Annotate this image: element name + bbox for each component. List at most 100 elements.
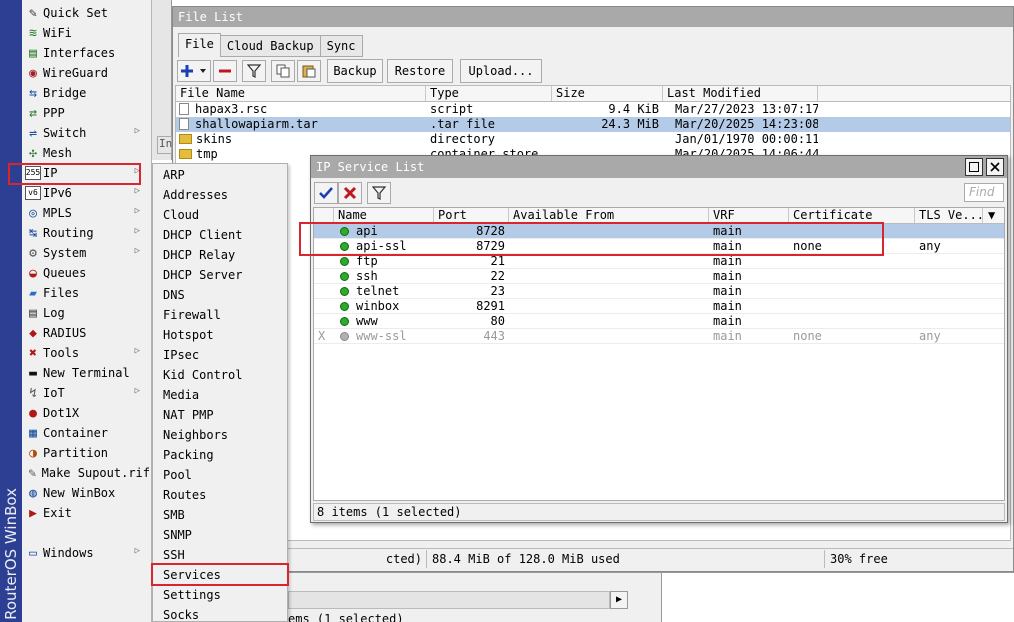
file-row[interactable]: shallowapiarm.tar .tar file 24.3 MiB Mar/20… <box>176 117 1010 132</box>
file-row[interactable]: hapax3.rsc script 9.4 KiB Mar/27/2023 13:07… <box>176 102 1010 117</box>
sidebar-item-label: Routing <box>43 226 94 240</box>
service-filler-cell <box>983 314 1004 329</box>
enable-button[interactable] <box>314 182 338 204</box>
sidebar-item-dot1x[interactable]: ● Dot1X <box>22 403 150 423</box>
add-button[interactable] <box>177 60 211 82</box>
ip-menu-item-dhcp-client[interactable]: DHCP Client <box>153 225 287 245</box>
sidebar-item-exit[interactable]: ▶ Exit <box>22 503 150 523</box>
sidebar-item-system[interactable]: ⚙ System ▷ <box>22 243 150 263</box>
file-table-header: File Name Type Size Last Modified <box>176 86 1010 102</box>
sidebar-item-quick-set[interactable]: ✎ Quick Set <box>22 3 150 23</box>
sidebar-item-queues[interactable]: ◒ Queues <box>22 263 150 283</box>
sidebar-item-ipv6[interactable]: v6 IPv6 ▷ <box>22 183 150 203</box>
sidebar-item-label: Files <box>43 286 80 300</box>
ip-menu-item-hotspot[interactable]: Hotspot <box>153 325 287 345</box>
service-row[interactable]: ssh 22 main <box>314 269 1004 284</box>
col-vrf[interactable]: VRF <box>709 208 789 223</box>
sidebar-item-interfaces[interactable]: ▤ Interfaces <box>22 43 150 63</box>
paste-button[interactable] <box>297 60 321 82</box>
ip-menu-item-ipsec[interactable]: IPsec <box>153 345 287 365</box>
ip-menu-item-socks[interactable]: Socks <box>153 605 287 622</box>
copy-button[interactable] <box>271 60 295 82</box>
sidebar-item-label: Switch <box>43 126 87 140</box>
maximize-icon[interactable] <box>965 158 983 176</box>
ip-menu-item-arp[interactable]: ARP <box>153 165 287 185</box>
sidebar-item-wifi[interactable]: ≋ WiFi <box>22 23 150 43</box>
radius-icon: ◆ <box>29 325 37 341</box>
service-row[interactable]: telnet 23 main <box>314 284 1004 299</box>
column-menu-icon[interactable]: ▼ <box>983 208 1004 223</box>
upload-button[interactable]: Upload... <box>460 59 542 83</box>
disable-button[interactable] <box>338 182 362 204</box>
ip-service-list-titlebar[interactable]: IP Service List <box>311 156 1007 178</box>
ip-menu-item-settings[interactable]: Settings <box>153 585 287 605</box>
horizontal-scrollbar[interactable] <box>288 591 610 609</box>
tab-cloud-backup[interactable]: Cloud Backup <box>219 35 321 57</box>
ip-menu-item-dns[interactable]: DNS <box>153 285 287 305</box>
col-type[interactable]: Type <box>426 86 552 101</box>
service-row[interactable]: Xwww-ssl 443 main none any <box>314 329 1004 344</box>
ip-menu-item-cloud[interactable]: Cloud <box>153 205 287 225</box>
ip-menu-item-ssh[interactable]: SSH <box>153 545 287 565</box>
filter-button[interactable] <box>242 60 266 82</box>
service-row[interactable]: ftp 21 main <box>314 254 1004 269</box>
ip-menu-item-media[interactable]: Media <box>153 385 287 405</box>
close-icon[interactable] <box>986 158 1004 176</box>
col-size[interactable]: Size <box>552 86 663 101</box>
service-row[interactable]: winbox 8291 main <box>314 299 1004 314</box>
sidebar-item-tools[interactable]: ✖ Tools ▷ <box>22 343 150 363</box>
ip-menu-item-smb[interactable]: SMB <box>153 505 287 525</box>
ip-menu-item-firewall[interactable]: Firewall <box>153 305 287 325</box>
col-certificate[interactable]: Certificate <box>789 208 915 223</box>
ip-menu-item-packing[interactable]: Packing <box>153 445 287 465</box>
sidebar-item-bridge[interactable]: ⇆ Bridge <box>22 83 150 103</box>
restore-button[interactable]: Restore <box>387 59 453 83</box>
col-name[interactable]: Name <box>334 208 434 223</box>
sidebar-item-label: Mesh <box>43 146 72 160</box>
sidebar-item-new-terminal[interactable]: ▬ New Terminal <box>22 363 150 383</box>
service-row[interactable]: www 80 main <box>314 314 1004 329</box>
sidebar-item-mesh[interactable]: ✣ Mesh <box>22 143 150 163</box>
sidebar-item-container[interactable]: ▦ Container <box>22 423 150 443</box>
ip-menu-item-neighbors[interactable]: Neighbors <box>153 425 287 445</box>
sidebar-item-wireguard[interactable]: ◉ WireGuard <box>22 63 150 83</box>
ip-menu-item-pool[interactable]: Pool <box>153 465 287 485</box>
file-row[interactable]: skins directory Jan/01/1970 00:00:11 <box>176 132 1010 147</box>
file-size-cell-text: 24.3 MiB <box>601 117 659 131</box>
tab-file[interactable]: File <box>178 33 221 57</box>
ip-menu-item-routes[interactable]: Routes <box>153 485 287 505</box>
remove-button[interactable] <box>213 60 237 82</box>
sidebar-item-windows[interactable]: ▭ Windows ▷ <box>22 543 150 563</box>
col-last-modified[interactable]: Last Modified <box>663 86 818 101</box>
sidebar-item-new-winbox[interactable]: ◍ New WinBox <box>22 483 150 503</box>
sidebar-item-switch[interactable]: ⇌ Switch ▷ <box>22 123 150 143</box>
ip-menu-item-nat-pmp[interactable]: NAT PMP <box>153 405 287 425</box>
scroll-right-icon[interactable]: ▶ <box>610 591 628 609</box>
sidebar-item-partition[interactable]: ◑ Partition <box>22 443 150 463</box>
ip-menu-item-kid-control[interactable]: Kid Control <box>153 365 287 385</box>
sidebar-item-routing[interactable]: ↹ Routing ▷ <box>22 223 150 243</box>
col-file-name[interactable]: File Name <box>176 86 426 101</box>
sidebar-item-iot[interactable]: ↯ IoT ▷ <box>22 383 150 403</box>
sidebar-item-make-supout-rif[interactable]: ✎ Make Supout.rif <box>22 463 150 483</box>
backup-button[interactable]: Backup <box>327 59 383 83</box>
service-tls-cell <box>915 299 983 314</box>
col-available-from[interactable]: Available From <box>509 208 709 223</box>
file-list-titlebar[interactable]: File List <box>173 7 1013 27</box>
col-port[interactable]: Port <box>434 208 509 223</box>
ip-menu-item-addresses[interactable]: Addresses <box>153 185 287 205</box>
sidebar-item-mpls[interactable]: ◎ MPLS ▷ <box>22 203 150 223</box>
col-tls-version[interactable]: TLS Ve... <box>915 208 983 223</box>
hidden-window-tab[interactable]: In <box>157 136 172 154</box>
sidebar-item-files[interactable]: ▰ Files <box>22 283 150 303</box>
ip-menu-item-snmp[interactable]: SNMP <box>153 525 287 545</box>
service-vrf-cell-text: main <box>713 254 742 268</box>
sidebar-item-ppp[interactable]: ⇄ PPP <box>22 103 150 123</box>
sidebar-item-log[interactable]: ▤ Log <box>22 303 150 323</box>
ip-menu-item-dhcp-server[interactable]: DHCP Server <box>153 265 287 285</box>
tab-sync[interactable]: Sync <box>319 35 363 57</box>
filter-icon[interactable] <box>367 182 391 204</box>
ip-menu-item-dhcp-relay[interactable]: DHCP Relay <box>153 245 287 265</box>
find-input[interactable]: Find <box>964 183 1004 202</box>
sidebar-item-radius[interactable]: ◆ RADIUS <box>22 323 150 343</box>
